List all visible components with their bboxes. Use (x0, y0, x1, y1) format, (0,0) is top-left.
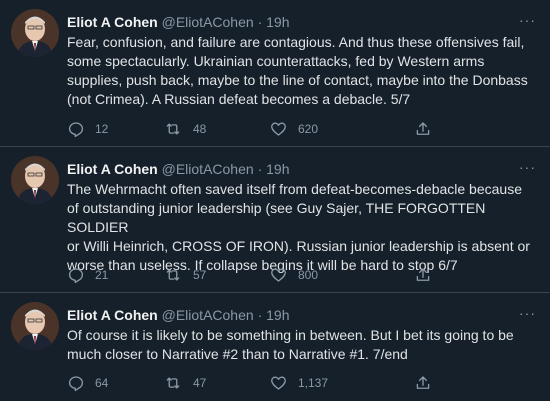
share-button[interactable] (414, 265, 432, 285)
heart-icon (271, 122, 286, 136)
tweet-text: The Wehrmacht often saved itself from de… (67, 180, 537, 275)
retweet-icon (166, 377, 180, 389)
timestamp[interactable]: 19h (266, 307, 289, 323)
tweet-actions: 64 47 1,137 (67, 373, 527, 393)
tweet-text-line: (not Crimea). A Russian defeat becomes a… (67, 91, 411, 107)
separator: · (257, 161, 263, 177)
avatar[interactable] (11, 156, 59, 204)
author-name[interactable]: Eliot A Cohen (67, 14, 158, 30)
more-icon[interactable]: ··· (519, 157, 536, 177)
tweet-actions: 21 57 800 (67, 265, 527, 285)
tweet-header: Eliot A Cohen @EliotACohen · 19h (67, 12, 536, 32)
retweet-button[interactable]: 48 (163, 119, 206, 139)
heart-icon (271, 376, 286, 390)
share-button[interactable] (414, 373, 432, 393)
tweet-text-line: Of course it is likely to be something i… (67, 327, 514, 343)
share-button[interactable] (414, 119, 432, 139)
tweet-text-line: The Wehrmacht often saved itself from de… (67, 181, 522, 197)
tweet-text-line: supplies, push back, maybe to the line o… (67, 72, 528, 88)
author-handle[interactable]: @EliotACohen (162, 161, 254, 177)
author-handle[interactable]: @EliotACohen (162, 307, 254, 323)
tweet[interactable]: Eliot A Cohen @EliotACohen · 19h ··· The… (0, 147, 550, 293)
tweet-header: Eliot A Cohen @EliotACohen · 19h (67, 305, 536, 325)
avatar[interactable] (11, 302, 59, 350)
share-icon (416, 122, 430, 135)
separator: · (257, 307, 263, 323)
tweet-actions: 12 48 620 (67, 119, 527, 139)
reply-button[interactable]: 21 (67, 265, 108, 285)
reply-button[interactable]: 64 (67, 373, 108, 393)
tweet-text-line: much closer to Narrative #2 than to Narr… (67, 346, 408, 362)
retweet-icon (166, 269, 180, 281)
author-name[interactable]: Eliot A Cohen (67, 307, 158, 323)
reply-count: 12 (95, 122, 109, 136)
reply-button[interactable]: 12 (67, 119, 108, 139)
share-icon (416, 376, 430, 389)
like-count: 1,137 (298, 376, 329, 390)
tweet-text: Fear, confusion, and failure are contagi… (67, 33, 537, 109)
reply-icon (68, 376, 84, 392)
author-name[interactable]: Eliot A Cohen (67, 161, 158, 177)
tweet[interactable]: Eliot A Cohen @EliotACohen · 19h ··· Fea… (0, 0, 550, 147)
reply-count: 64 (95, 376, 109, 390)
retweet-icon (166, 123, 180, 135)
tweet-text-line: of outstanding junior leadership (see Gu… (67, 200, 486, 235)
like-button[interactable]: 800 (269, 265, 318, 285)
like-button[interactable]: 1,137 (269, 373, 328, 393)
heart-icon (271, 268, 286, 282)
share-icon (416, 268, 430, 281)
like-count: 800 (298, 268, 319, 282)
tweet-text-line: some spectacularly. Ukrainian counteratt… (67, 53, 485, 69)
tweet[interactable]: Eliot A Cohen @EliotACohen · 19h ··· Of … (0, 293, 550, 401)
timestamp[interactable]: 19h (266, 161, 289, 177)
separator: · (257, 14, 263, 30)
avatar[interactable] (11, 9, 59, 57)
retweet-count: 47 (193, 376, 207, 390)
reply-count: 21 (95, 268, 109, 282)
timestamp[interactable]: 19h (266, 14, 289, 30)
tweet-text-line: or Willi Heinrich, CROSS OF IRON). Russi… (67, 238, 530, 254)
retweet-button[interactable]: 47 (163, 373, 206, 393)
tweet-header: Eliot A Cohen @EliotACohen · 19h (67, 159, 536, 179)
reply-icon (68, 268, 84, 284)
like-count: 620 (298, 122, 319, 136)
tweet-text: Of course it is likely to be something i… (67, 326, 537, 364)
more-icon[interactable]: ··· (519, 10, 536, 30)
retweet-button[interactable]: 57 (163, 265, 206, 285)
retweet-count: 57 (193, 268, 207, 282)
retweet-count: 48 (193, 122, 207, 136)
tweet-text-line: Fear, confusion, and failure are contagi… (67, 34, 525, 50)
more-icon[interactable]: ··· (519, 303, 536, 323)
like-button[interactable]: 620 (269, 119, 318, 139)
reply-icon (68, 122, 84, 138)
author-handle[interactable]: @EliotACohen (162, 14, 254, 30)
